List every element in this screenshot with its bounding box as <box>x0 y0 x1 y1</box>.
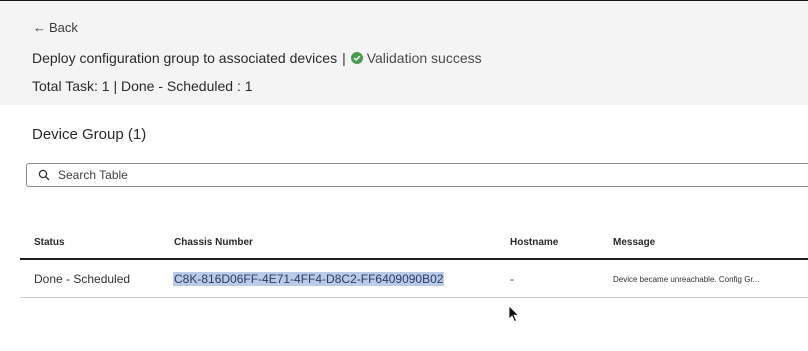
column-header-message[interactable]: Message <box>613 237 655 248</box>
cell-hostname: - <box>510 272 514 286</box>
column-header-status[interactable]: Status <box>34 237 65 248</box>
search-icon <box>38 169 50 181</box>
column-header-chassis[interactable]: Chassis Number <box>174 237 253 248</box>
page-title: Deploy configuration group to associated… <box>32 50 338 66</box>
validation-status: Validation success <box>366 50 482 66</box>
cell-message[interactable]: Device became unreachable. Config Gr... <box>613 275 759 284</box>
cell-chassis-number[interactable]: C8K-816D06FF-4E71-4FF4-D8C2-FF6409090B02 <box>173 272 445 286</box>
page-title-line: Deploy configuration group to associated… <box>32 50 482 66</box>
search-input[interactable] <box>58 168 758 182</box>
cell-status: Done - Scheduled <box>34 272 131 286</box>
arrow-left-icon: ← <box>33 20 46 35</box>
mouse-pointer-icon <box>508 305 520 323</box>
table-header-divider <box>20 258 808 260</box>
check-circle-icon <box>350 52 363 64</box>
back-link[interactable]: ← Back <box>33 20 78 35</box>
page-header: ← Back Deploy configuration group to ass… <box>0 1 808 105</box>
task-totals: Total Task: 1 | Done - Scheduled : 1 <box>32 78 253 94</box>
title-separator: | <box>342 50 346 66</box>
row-divider <box>20 297 808 298</box>
column-header-hostname[interactable]: Hostname <box>510 237 558 248</box>
search-field[interactable] <box>26 163 808 187</box>
back-label: Back <box>49 20 78 35</box>
section-title: Device Group (1) <box>32 126 147 143</box>
